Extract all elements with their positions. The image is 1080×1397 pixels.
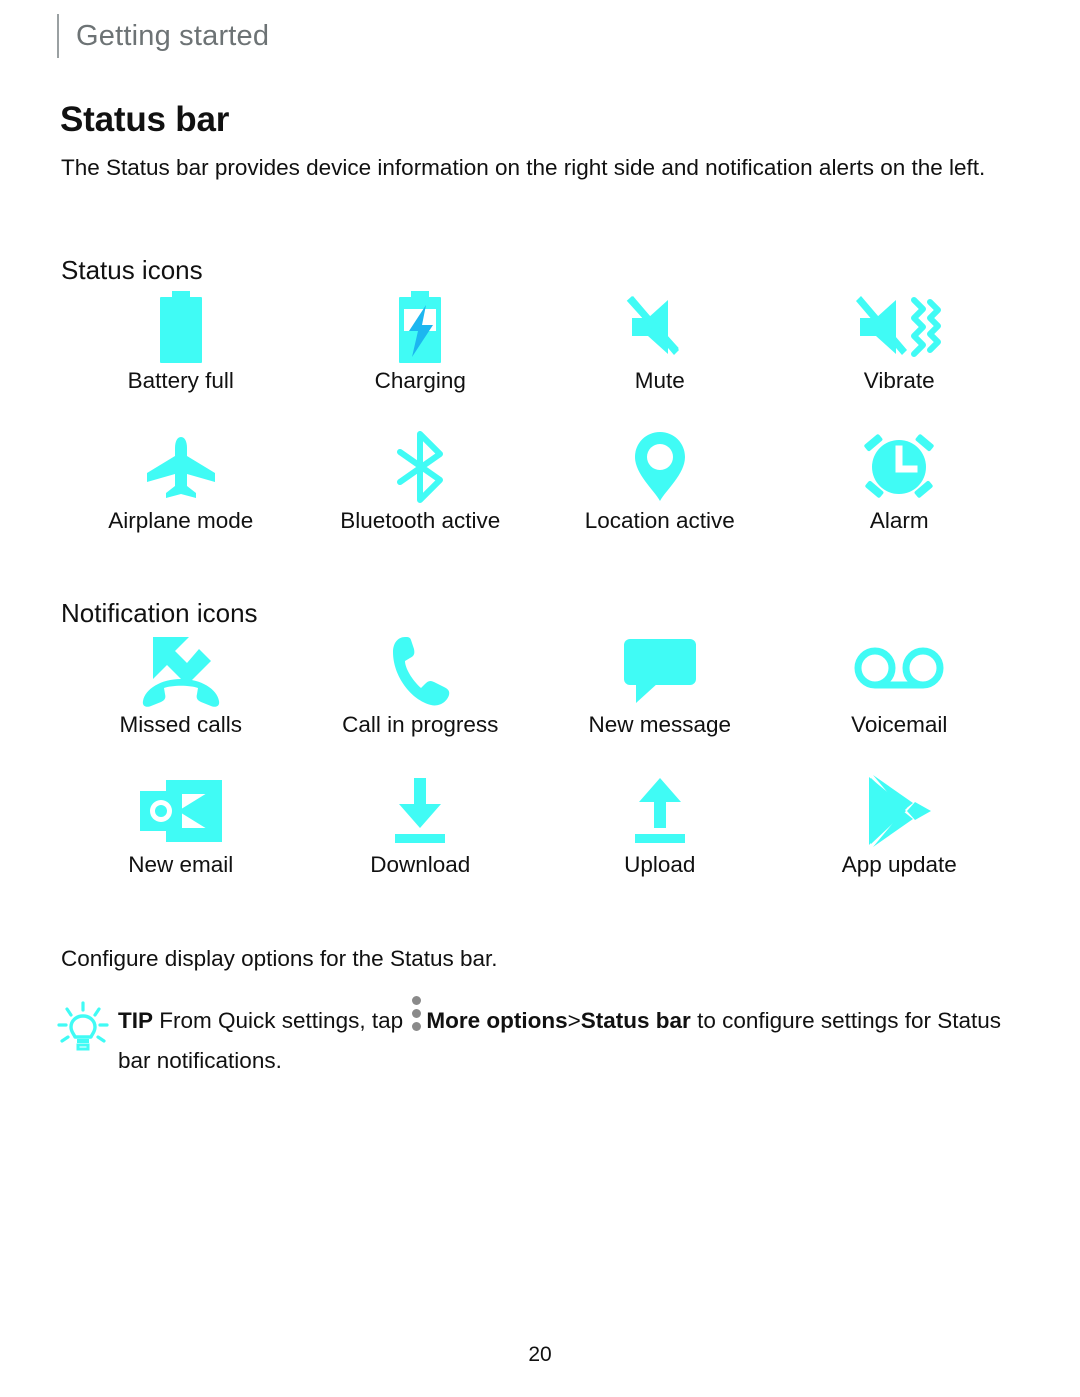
icon-label: Upload [624,852,696,877]
header-title: Getting started [76,20,270,52]
icon-cell-battery-full: Battery full [61,288,301,428]
tip-text-before: From Quick settings, tap [159,1008,404,1033]
icon-cell-upload: Upload [540,772,780,912]
icon-label: Battery full [127,368,234,393]
icon-label: New message [588,712,732,737]
icon-label: Alarm [869,508,929,533]
missed-call-icon [137,632,225,710]
icon-cell-app-update: App update [780,772,1020,912]
tip-block: TIP From Quick settings, tap More option… [55,996,1015,1081]
page-number: 20 [528,1343,552,1366]
icon-label: New email [128,852,234,877]
icon-cell-location-active: Location active [540,428,780,568]
icon-cell-new-message: New message [540,632,780,772]
mute-icon [624,288,696,366]
icon-cell-missed-calls: Missed calls [61,632,301,772]
icon-cell-airplane-mode: Airplane mode [61,428,301,568]
icon-cell-vibrate: Vibrate [780,288,1020,428]
notification-icons-heading: Notification icons [61,598,258,628]
icon-label: Charging [374,368,466,393]
more-options-kebab-icon [412,996,422,1031]
icon-label: Call in progress [342,712,499,737]
icon-cell-mute: Mute [540,288,780,428]
icon-cell-charging: Charging [301,288,541,428]
status-icons-heading: Status icons [61,255,203,285]
manual-page: Getting started Status bar The Status ba… [0,0,1080,1397]
play-store-icon [863,772,935,850]
icon-cell-new-email: New email [61,772,301,912]
icon-cell-voicemail: Voicemail [780,632,1020,772]
upload-arrow-icon [629,772,691,850]
tip-label: TIP [118,1008,154,1033]
icon-cell-alarm: Alarm [780,428,1020,568]
voicemail-icon [854,632,944,710]
icon-cell-bluetooth-active: Bluetooth active [301,428,541,568]
bluetooth-icon [393,428,447,506]
icon-label: Bluetooth active [340,508,501,533]
icon-label: Missed calls [119,712,243,737]
vibrate-icon [856,288,942,366]
speech-bubble-icon [622,632,698,710]
icon-label: Vibrate [863,368,935,393]
icon-label: Download [370,852,471,877]
status-icons-grid: Battery full Charging Mute Vibrate Airpl… [61,288,1019,568]
download-arrow-icon [389,772,451,850]
icon-label: Voicemail [851,712,948,737]
page-title: Status bar [60,100,230,139]
icon-cell-download: Download [301,772,541,912]
location-pin-icon [632,428,688,506]
battery-charging-icon [393,288,447,366]
icon-label: Location active [584,508,735,533]
outlook-mail-icon [138,772,224,850]
alarm-clock-icon [862,428,936,506]
icon-label: App update [841,852,957,877]
configure-instruction: Configure display options for the Status… [61,946,498,971]
notification-icons-grid: Missed calls Call in progress New messag… [61,632,1019,912]
phone-handset-icon [389,632,451,710]
battery-full-icon [154,288,208,366]
header-divider-rule [57,14,59,58]
tip-separator: > [567,1008,581,1033]
tip-text: TIP From Quick settings, tap More option… [118,996,1015,1081]
lightbulb-icon [55,1000,111,1056]
tip-more-options: More options [426,1008,568,1033]
running-header: Getting started [57,14,269,58]
icon-cell-call-in-progress: Call in progress [301,632,541,772]
icon-label: Airplane mode [108,508,254,533]
tip-status-bar: Status bar [580,1008,691,1033]
intro-paragraph: The Status bar provides device informati… [61,155,986,180]
icon-label: Mute [634,368,685,393]
airplane-icon [143,428,219,506]
